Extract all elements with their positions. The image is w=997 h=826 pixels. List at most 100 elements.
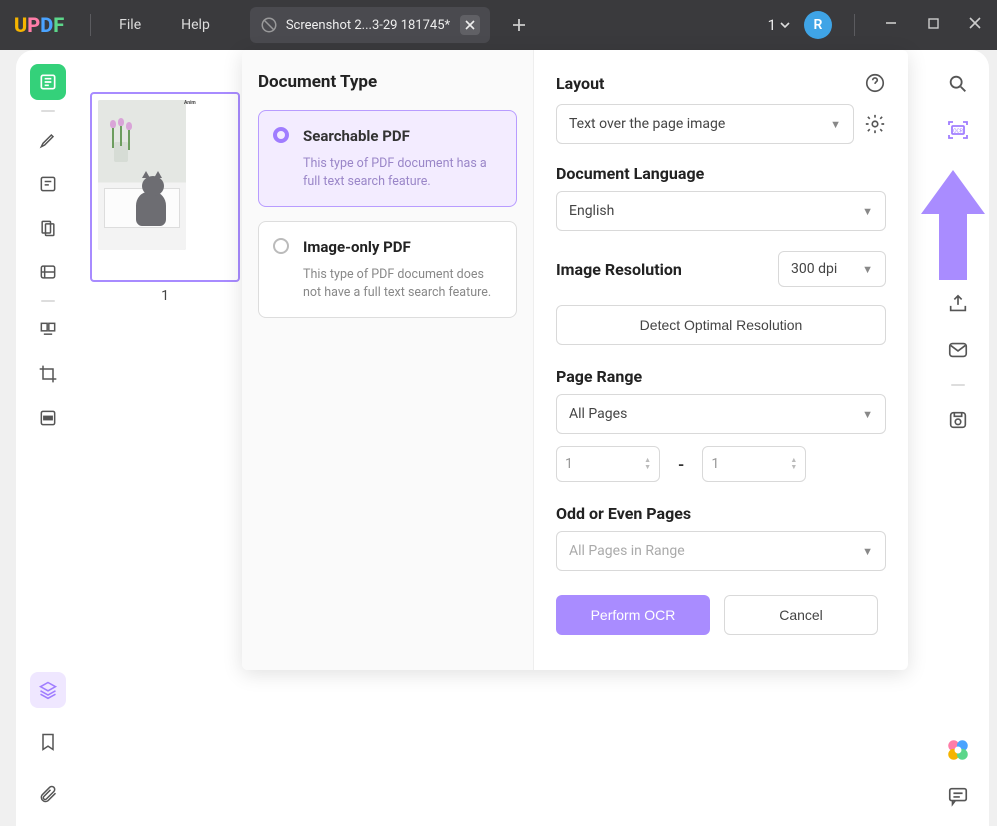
page-tool[interactable] (30, 210, 66, 246)
form-icon (38, 262, 58, 282)
organize-tool[interactable] (30, 312, 66, 348)
ai-button[interactable] (944, 736, 972, 764)
crop-icon (38, 364, 58, 384)
tab-title: Screenshot 2...3-29 181745* (286, 18, 450, 33)
page-thumbnail-1[interactable]: Anim (90, 92, 240, 282)
paperclip-icon (38, 784, 58, 804)
radio-icon (273, 127, 289, 143)
tab-doc-icon (260, 16, 278, 34)
bookmark-icon (38, 732, 58, 752)
titlebar: UPDF File Help Screenshot 2...3-29 18174… (0, 0, 997, 50)
app-logo: UPDF (14, 13, 64, 37)
divider (854, 14, 855, 36)
ocr-settings-pane: Layout Text over the page image ▼ Docume… (534, 50, 908, 670)
tab-close-button[interactable] (460, 15, 480, 35)
highlight-tool[interactable] (30, 122, 66, 158)
language-value: English (569, 203, 614, 219)
page-range-select[interactable]: All Pages ▼ (556, 394, 886, 434)
option-image-only-pdf[interactable]: Image-only PDF This type of PDF document… (258, 221, 517, 318)
page-thumbnails: Anim 1 (90, 92, 240, 304)
search-icon (947, 73, 969, 95)
page-to-stepper[interactable]: 1 ▲▼ (702, 446, 806, 482)
save-button[interactable] (944, 406, 972, 434)
window-minimize[interactable] (877, 17, 905, 33)
resolution-select[interactable]: 300 dpi ▼ (778, 251, 886, 287)
new-tab-button[interactable] (512, 13, 526, 37)
thumbnail-image (98, 100, 186, 250)
maximize-icon (928, 18, 939, 29)
save-icon (947, 409, 969, 431)
export-button[interactable] (944, 290, 972, 318)
comment-icon (947, 785, 969, 807)
ocr-button[interactable]: OCR (944, 116, 972, 144)
page-to-value: 1 (711, 456, 719, 472)
layout-settings-button[interactable] (864, 113, 886, 135)
page-range-label: Page Range (556, 367, 886, 386)
odd-even-value: All Pages in Range (569, 543, 685, 559)
page-from-value: 1 (565, 456, 573, 472)
minimize-icon (885, 17, 897, 29)
close-icon (969, 17, 981, 29)
bookmark-button[interactable] (30, 724, 66, 760)
help-icon[interactable] (864, 72, 886, 94)
edit-tool[interactable] (30, 166, 66, 202)
plus-icon (512, 18, 526, 32)
cancel-button[interactable]: Cancel (724, 595, 878, 635)
range-dash: - (678, 455, 684, 474)
menu-file[interactable]: File (99, 17, 161, 33)
chevron-down-icon (780, 20, 790, 30)
layout-select[interactable]: Text over the page image ▼ (556, 104, 854, 144)
crop-tool[interactable] (30, 356, 66, 392)
mail-icon (947, 339, 969, 361)
form-tool[interactable] (30, 254, 66, 290)
menu-help[interactable]: Help (161, 17, 230, 33)
reader-tool[interactable] (30, 64, 66, 100)
close-icon (465, 20, 475, 30)
option-description: This type of PDF document has a full tex… (303, 155, 502, 190)
option-searchable-pdf[interactable]: Searchable PDF This type of PDF document… (258, 110, 517, 207)
odd-even-select[interactable]: All Pages in Range ▼ (556, 531, 886, 571)
window-maximize[interactable] (919, 17, 947, 33)
page-from-stepper[interactable]: 1 ▲▼ (556, 446, 660, 482)
tab-count-value: 1 (768, 16, 776, 34)
resolution-value: 300 dpi (791, 261, 837, 277)
caret-down-icon: ▼ (862, 263, 873, 276)
document-tab[interactable]: Screenshot 2...3-29 181745* (250, 7, 490, 43)
search-button[interactable] (944, 70, 972, 98)
separator (41, 300, 55, 302)
ocr-dialog: Document Type Searchable PDF This type o… (242, 50, 908, 670)
detect-resolution-button[interactable]: Detect Optimal Resolution (556, 305, 886, 345)
user-avatar[interactable]: R (804, 11, 832, 39)
comment-button[interactable] (944, 782, 972, 810)
attachment-button[interactable] (30, 776, 66, 812)
odd-even-label: Odd or Even Pages (556, 504, 886, 523)
layers-icon (38, 680, 58, 700)
option-title: Searchable PDF (303, 127, 502, 145)
redact-icon (38, 408, 58, 428)
page-range-value: All Pages (569, 406, 627, 422)
ocr-icon: OCR (946, 118, 970, 142)
separator (41, 110, 55, 112)
mail-button[interactable] (944, 336, 972, 364)
layers-button[interactable] (30, 672, 66, 708)
ocr-document-type-pane: Document Type Searchable PDF This type o… (242, 50, 534, 670)
tab-count[interactable]: 1 (768, 16, 790, 34)
resolution-label: Image Resolution (556, 260, 682, 279)
window-close[interactable] (961, 17, 989, 33)
language-select[interactable]: English ▼ (556, 191, 886, 231)
pages-icon (38, 218, 58, 238)
option-title: Image-only PDF (303, 238, 502, 256)
right-toolbar: OCR (933, 56, 983, 820)
left-toolbar (22, 56, 74, 820)
stepper-arrows-icon: ▲▼ (790, 457, 797, 471)
radio-icon (273, 238, 289, 254)
redact-tool[interactable] (30, 400, 66, 436)
caret-down-icon: ▼ (862, 408, 873, 421)
language-label: Document Language (556, 164, 886, 183)
perform-ocr-button[interactable]: Perform OCR (556, 595, 710, 635)
reader-icon (38, 72, 58, 92)
stepper-arrows-icon: ▲▼ (644, 457, 651, 471)
layout-value: Text over the page image (569, 116, 725, 132)
option-description: This type of PDF document does not have … (303, 266, 502, 301)
thumbnail-text: Anim (184, 100, 234, 106)
